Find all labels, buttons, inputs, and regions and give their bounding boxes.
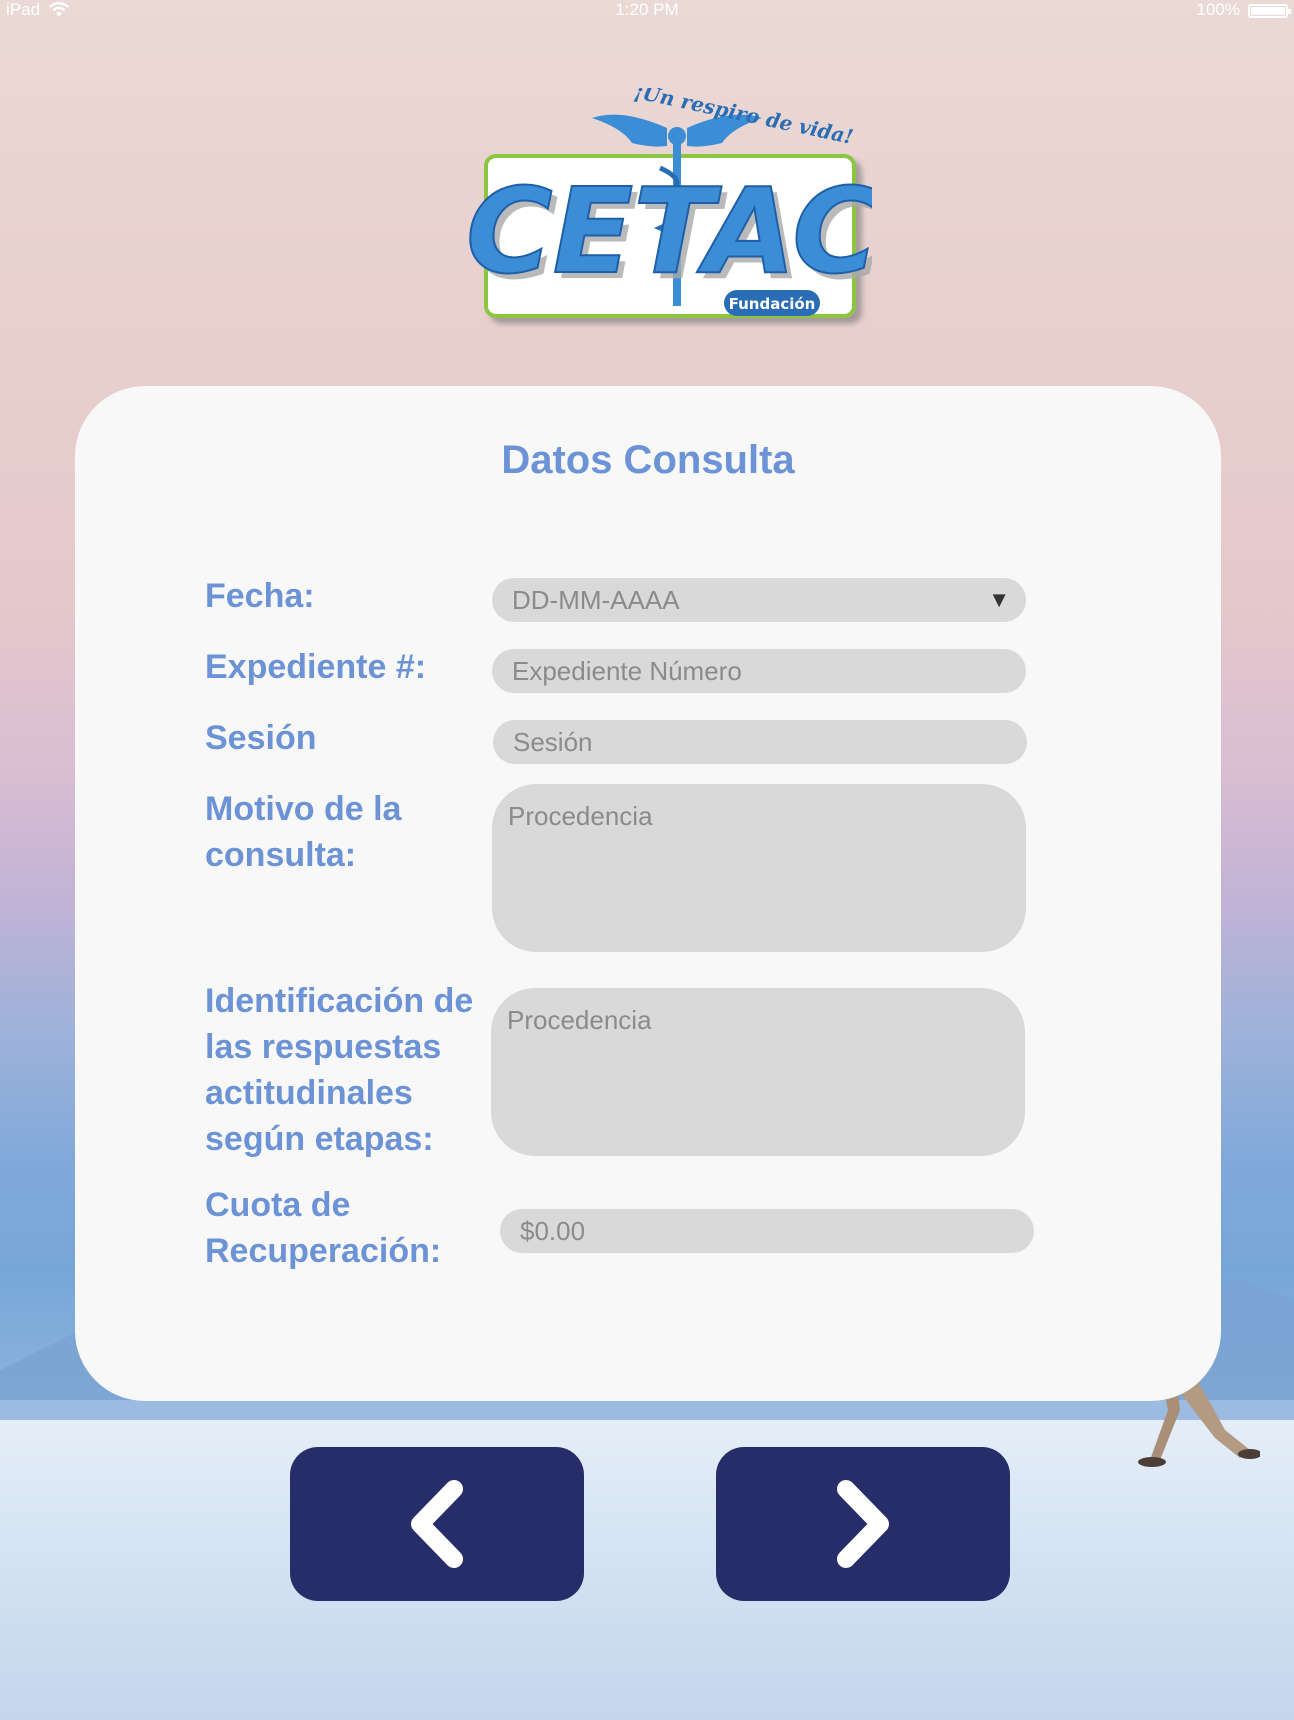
form-card: Datos Consulta Fecha: DD-MM-AAAA ▼ Exped… [75,386,1221,1401]
fecha-placeholder: DD-MM-AAAA [512,585,680,615]
cuota-input[interactable]: $0.00 [500,1209,1034,1253]
logo-badge: Fundación [729,295,816,313]
cetac-logo: ¡Un respiro de vida! CETAC CETAC Fundaci… [465,88,872,318]
next-button[interactable] [716,1447,1010,1601]
form-title: Datos Consulta [501,438,795,482]
identificacion-label-line3: actitudinales [205,1074,413,1112]
background-ground [0,1420,1294,1720]
battery-icon [1248,4,1291,18]
chevron-left-icon [411,1480,463,1568]
back-button[interactable] [290,1447,584,1601]
screen: iPad 1:20 PM 100% ¡Un respiro de vida! C… [0,0,1294,1720]
cuota-placeholder: $0.00 [520,1216,586,1246]
status-time: 1:20 PM [615,0,679,19]
chevron-right-icon [837,1480,889,1568]
identificacion-label-line1: Identificación de [205,982,474,1020]
identificacion-label: Identificación de las respuestas actitud… [205,978,473,1162]
motivo-label: Motivo de la consulta: [205,786,401,878]
sesion-label: Sesión [205,719,317,757]
motivo-label-line2: consulta: [205,836,357,874]
motivo-textarea[interactable]: Procedencia [492,784,1026,952]
fecha-label: Fecha: [205,577,315,615]
sesion-input[interactable]: Sesión [493,720,1027,764]
motivo-placeholder: Procedencia [508,801,653,831]
dropdown-triangle-icon: ▼ [988,587,1010,612]
cuota-label-line2: Recuperación: [205,1232,442,1270]
expediente-label: Expediente #: [205,648,427,686]
identificacion-label-line2: las respuestas [205,1028,442,1066]
fecha-dropdown[interactable]: DD-MM-AAAA ▼ [492,578,1026,622]
expediente-input[interactable]: Expediente Número [492,649,1026,693]
status-bar: iPad 1:20 PM 100% [0,0,1294,22]
logo-brand: CETAC [466,162,872,300]
sesion-placeholder: Sesión [513,727,593,757]
motivo-label-line1: Motivo de la [205,790,402,828]
identificacion-label-line4: según etapas: [205,1120,434,1158]
expediente-placeholder: Expediente Número [512,656,742,686]
identificacion-placeholder: Procedencia [507,1005,652,1035]
battery-percentage: 100% [1196,0,1240,19]
identificacion-textarea[interactable]: Procedencia [491,988,1025,1156]
cuota-label-line1: Cuota de [205,1186,351,1224]
cuota-label: Cuota de Recuperación: [205,1182,441,1274]
